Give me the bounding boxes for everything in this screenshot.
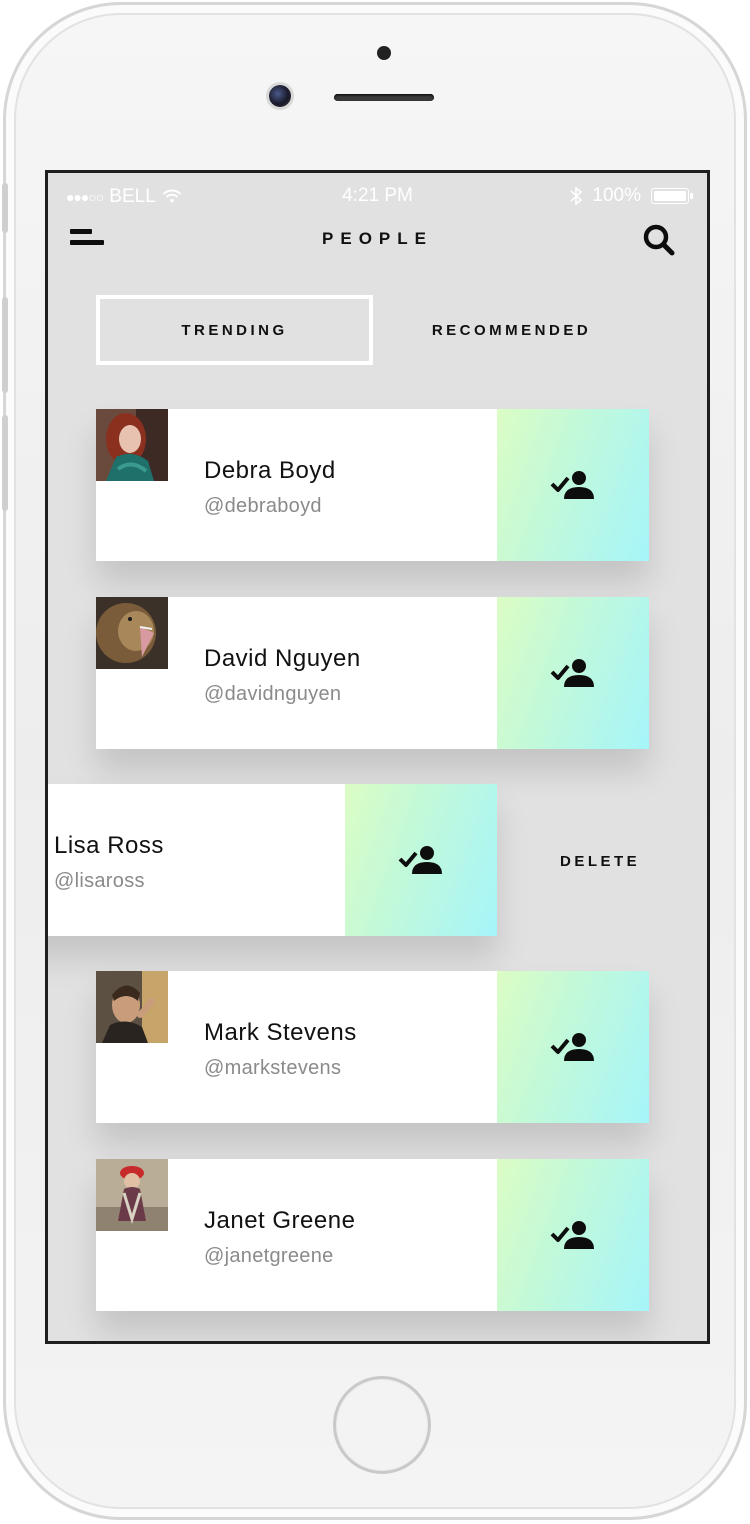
status-right: 100% (570, 185, 693, 207)
tab-trending[interactable]: TRENDING (96, 295, 373, 365)
person-check-icon (398, 846, 442, 874)
person-handle: @debraboyd (204, 495, 322, 517)
person-card-swiped[interactable]: Lisa Ross @lisaross (48, 784, 497, 936)
page-title: PEOPLE (322, 229, 433, 248)
lion-photo (96, 597, 168, 669)
tab-recommended[interactable]: RECOMMENDED (373, 295, 650, 365)
follow-toggle-button[interactable] (497, 971, 649, 1123)
woman-red-cap-photo (96, 1159, 168, 1231)
person-name: Mark Stevens (204, 1019, 357, 1046)
person-name: Debra Boyd (204, 457, 336, 484)
app-screen: ●●●○○ BELL 4:21 PM 100% PEOPLE TRENDING … (45, 170, 710, 1344)
mute-switch (2, 183, 8, 233)
person-handle: @markstevens (204, 1057, 342, 1079)
status-bar: ●●●○○ BELL 4:21 PM 100% (48, 173, 707, 217)
person-handle: @lisaross (54, 870, 145, 892)
front-camera (269, 85, 291, 107)
follow-toggle-button[interactable] (497, 1159, 649, 1311)
person-name: Lisa Ross (54, 832, 164, 859)
person-check-icon (550, 1033, 594, 1061)
home-button[interactable] (333, 1376, 431, 1474)
person-check-icon (550, 659, 594, 687)
person-name: David Nguyen (204, 645, 361, 672)
battery-icon (651, 188, 693, 204)
person-card[interactable]: Debra Boyd @debraboyd (96, 409, 649, 561)
person-handle: @janetgreene (204, 1245, 334, 1267)
woman-red-hair-photo (96, 409, 168, 481)
delete-button[interactable]: DELETE (560, 853, 640, 870)
avatar (96, 597, 168, 669)
avatar (96, 409, 168, 481)
follow-toggle-button[interactable] (497, 597, 649, 749)
person-handle: @davidnguyen (204, 683, 342, 705)
follow-toggle-button[interactable] (497, 409, 649, 561)
volume-down-button (2, 415, 8, 511)
person-card[interactable]: Mark Stevens @markstevens (96, 971, 649, 1123)
person-card[interactable]: David Nguyen @davidnguyen (96, 597, 649, 749)
person-check-icon (550, 471, 594, 499)
proximity-sensor (377, 46, 391, 60)
earpiece-speaker (334, 94, 434, 101)
person-name: Janet Greene (204, 1207, 356, 1234)
avatar (96, 971, 168, 1043)
bluetooth-icon (570, 186, 583, 206)
volume-up-button (2, 297, 8, 393)
search-icon[interactable] (642, 223, 676, 257)
man-photo (96, 971, 168, 1043)
person-card[interactable]: Janet Greene @janetgreene (96, 1159, 649, 1311)
avatar (96, 1159, 168, 1231)
battery-percent: 100% (592, 185, 641, 206)
follow-toggle-button[interactable] (345, 784, 497, 936)
person-check-icon (550, 1221, 594, 1249)
